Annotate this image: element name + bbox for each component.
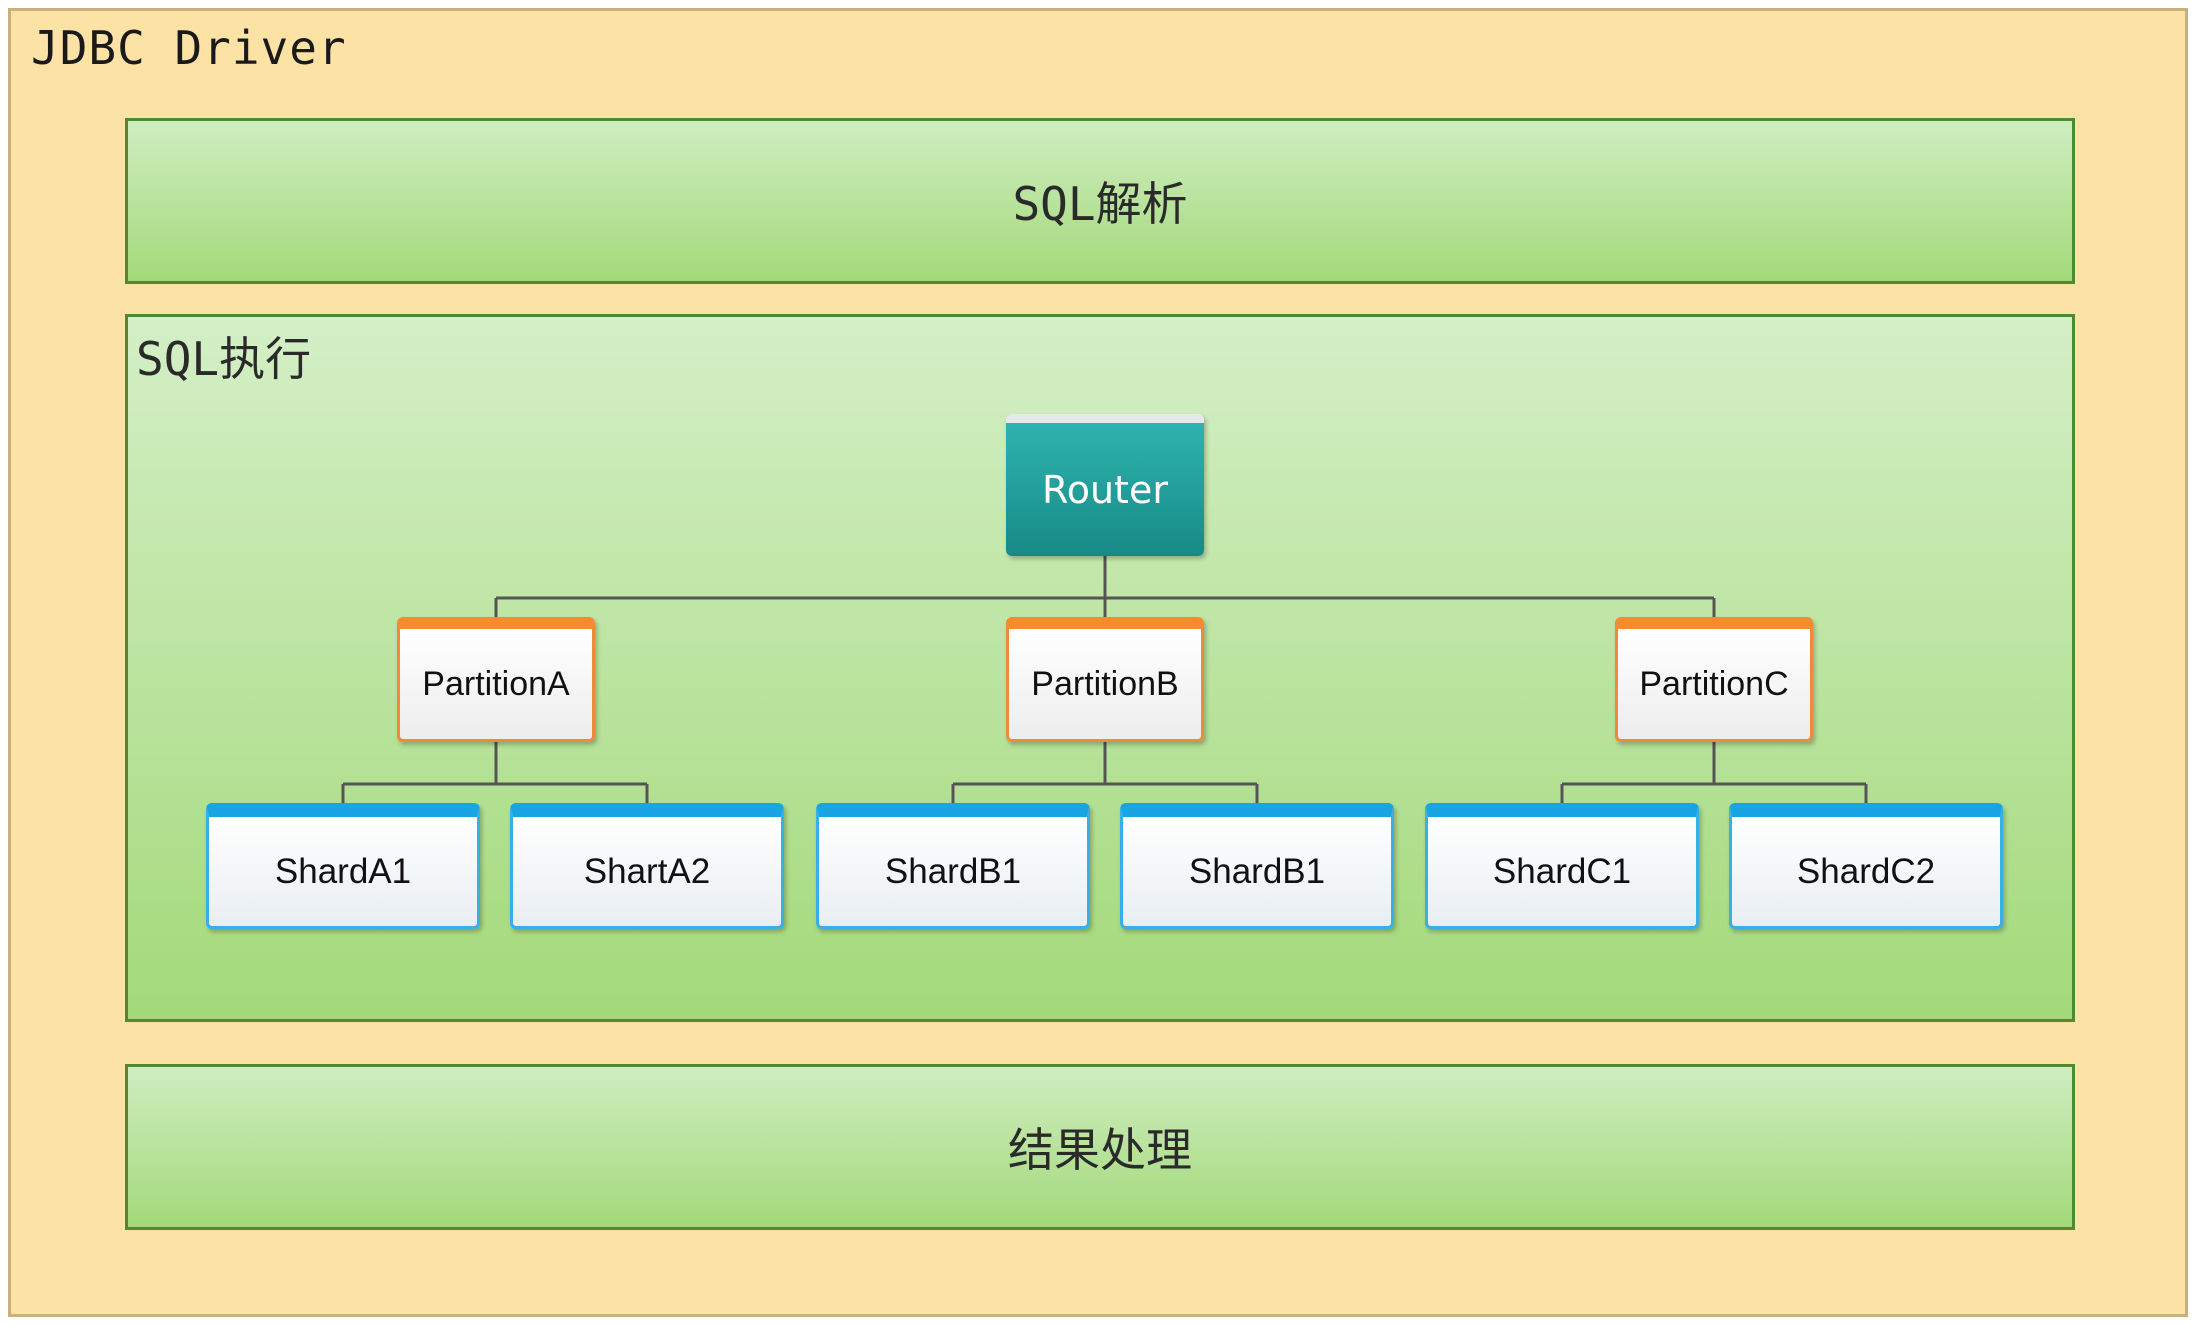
shard-b2-node: ShardB1 [1120,803,1394,929]
partition-c-node: PartitionC [1615,617,1813,742]
shard-a2-node: ShartA2 [510,803,784,929]
partition-a-node: PartitionA [397,617,595,742]
shard-a1-node: ShardA1 [206,803,480,929]
partition-b-node: PartitionB [1006,617,1204,742]
shard-c2-node: ShardC2 [1729,803,2003,929]
shard-b1-node: ShardB1 [816,803,1090,929]
shard-c1-node: ShardC1 [1425,803,1699,929]
router-node: Router [1006,414,1204,556]
